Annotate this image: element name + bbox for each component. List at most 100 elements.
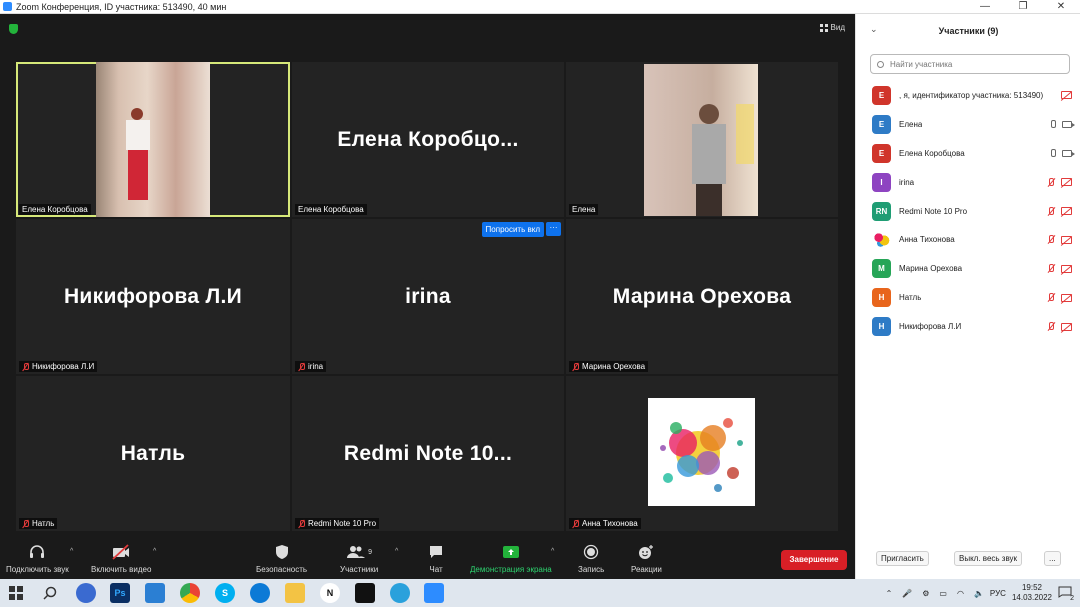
windows-start-icon[interactable] [6, 583, 26, 603]
window-titlebar: Zoom Конференция, ID участника: 513490, … [0, 0, 1080, 14]
tile-more-button[interactable]: ··· [546, 222, 561, 236]
app-icon[interactable] [76, 583, 96, 603]
camera-off-icon [1061, 207, 1072, 215]
video-tile[interactable]: Redmi Note 10... Redmi Note 10 Pro [292, 376, 564, 531]
participant-search[interactable] [870, 54, 1070, 74]
participant-row[interactable]: I irina [856, 168, 1080, 197]
mic-off-icon [1047, 264, 1055, 273]
reactions-button[interactable]: Реакции [631, 544, 662, 574]
mute-all-button[interactable]: Выкл. весь звук [954, 551, 1023, 566]
close-button[interactable]: ✕ [1042, 0, 1080, 13]
video-tile[interactable]: Елена Коробцова [16, 62, 290, 217]
minimize-button[interactable]: — [966, 0, 1004, 13]
invite-button[interactable]: Пригласить [876, 551, 929, 566]
mic-muted-icon [572, 362, 579, 371]
mic-off-icon [1047, 293, 1055, 302]
paint-splash-image [660, 418, 743, 492]
app-icon[interactable]: N [320, 583, 340, 603]
battery-icon[interactable]: ▭ [939, 589, 947, 598]
join-audio-label: Подключить звук [6, 565, 69, 574]
participant-name: Никифорова Л.И [899, 322, 962, 332]
tile-name-label: Redmi Note 10 Pro [295, 518, 380, 529]
end-meeting-button[interactable]: Завершение [781, 550, 847, 570]
record-icon [583, 544, 599, 560]
notification-icon[interactable]: 2 [1058, 586, 1074, 602]
participant-name: Redmi Note 10 Pro [899, 206, 968, 216]
tile-name-label: Елена [569, 204, 599, 215]
microphone-tray-icon[interactable]: 🎤 [902, 589, 912, 598]
record-button[interactable]: Запись [578, 544, 604, 574]
participant-row[interactable]: Е Елена [856, 110, 1080, 139]
participant-row[interactable]: Анна Тихонова [856, 225, 1080, 254]
ask-to-unmute-button[interactable]: Попросить вкл [481, 222, 544, 237]
tile-name-text: Redmi Note 10 Pro [308, 519, 377, 528]
participants-count: 9 [368, 548, 373, 556]
video-tile[interactable]: Елена Коробцо... Елена Коробцова [292, 62, 564, 217]
share-screen-icon [502, 544, 520, 560]
language-indicator[interactable]: РУС [990, 589, 1006, 598]
participants-options-caret[interactable]: ^ [395, 548, 398, 555]
join-audio-button[interactable]: Подключить звук [6, 544, 69, 574]
video-gallery: Вид Елена Коробцова Елена Коробцо... Еле… [0, 14, 855, 579]
app-icon[interactable] [145, 583, 165, 603]
video-off-icon [111, 544, 131, 560]
network-icon[interactable]: ◠ [957, 589, 964, 598]
edge-icon[interactable] [250, 583, 270, 603]
video-tile[interactable]: Натль Натль [16, 376, 290, 531]
participant-video [96, 62, 210, 217]
participant-row[interactable]: Н Натль [856, 283, 1080, 312]
tile-display-name: Никифорова Л.И [63, 284, 243, 308]
video-tile[interactable]: Попросить вкл ··· irina irina [292, 219, 564, 374]
file-explorer-icon[interactable] [285, 583, 305, 603]
video-options-caret[interactable]: ^ [153, 548, 156, 555]
start-video-button[interactable]: Включить видео [91, 544, 151, 574]
participant-row[interactable]: RN Redmi Note 10 Pro [856, 197, 1080, 226]
jetbrains-icon[interactable] [355, 583, 375, 603]
panel-more-button[interactable]: ... [1044, 551, 1061, 566]
tile-display-name: Redmi Note 10... [343, 441, 513, 465]
app-tray-icon[interactable]: ⚙ [922, 589, 929, 598]
skype-icon[interactable]: S [215, 583, 235, 603]
share-screen-label: Демонстрация экрана [470, 565, 552, 574]
meeting-toolbar: Подключить звук ^ Включить видео ^ Безоп… [0, 540, 855, 579]
participant-row[interactable]: Е Елена Коробцова [856, 139, 1080, 168]
tile-name-label: Елена Коробцова [295, 204, 367, 215]
volume-icon[interactable]: 🔈 [974, 589, 984, 598]
photoshop-icon[interactable]: Ps [110, 583, 130, 603]
video-tile[interactable]: Елена [566, 62, 838, 217]
mic-muted-icon [298, 362, 305, 371]
mic-on-icon [1050, 148, 1056, 158]
panel-footer: Пригласить Выкл. весь звук ... [856, 549, 1080, 569]
video-tile[interactable]: Никифорова Л.И Никифорова Л.И [16, 219, 290, 374]
share-screen-button[interactable]: Демонстрация экрана [470, 544, 552, 574]
participant-row[interactable]: М Марина Орехова [856, 254, 1080, 283]
video-tile[interactable]: Марина Орехова Марина Орехова [566, 219, 838, 374]
view-button[interactable]: Вид [819, 23, 845, 32]
taskbar-clock[interactable]: 19:52 14.03.2022 [1012, 583, 1052, 603]
camera-off-icon [1061, 91, 1072, 100]
participant-name: , я, идентификатор участника: 513490) [899, 90, 1044, 100]
security-button[interactable]: Безопасность [256, 544, 307, 574]
chat-button[interactable]: Чат [428, 544, 444, 574]
participant-row[interactable]: Н Никифорова Л.И [856, 312, 1080, 341]
camera-off-icon [1061, 235, 1072, 244]
zoom-taskbar-icon[interactable] [424, 583, 444, 603]
video-tile[interactable]: Анна Тихонова [566, 376, 838, 531]
headphones-icon [28, 544, 46, 560]
search-icon[interactable] [40, 583, 60, 603]
mic-on-icon [1050, 119, 1056, 129]
search-input[interactable] [890, 59, 1060, 69]
maximize-button[interactable]: ❐ [1004, 0, 1042, 13]
mic-muted-icon [572, 519, 579, 528]
tile-name-text: Елена Коробцова [22, 205, 88, 214]
share-options-caret[interactable]: ^ [551, 548, 554, 555]
participants-button[interactable]: 9 Участники [340, 544, 378, 574]
telegram-icon[interactable] [390, 583, 410, 603]
avatar: Н [872, 317, 891, 337]
participant-row[interactable]: Е , я, идентификатор участника: 513490) [856, 81, 1080, 110]
audio-options-caret[interactable]: ^ [70, 548, 73, 555]
window-title: Zoom Конференция, ID участника: 513490, … [16, 1, 227, 12]
chrome-icon[interactable] [180, 583, 200, 603]
tray-chevron-icon[interactable]: ⌃ [886, 589, 893, 598]
tile-display-name: Натль [120, 441, 186, 465]
